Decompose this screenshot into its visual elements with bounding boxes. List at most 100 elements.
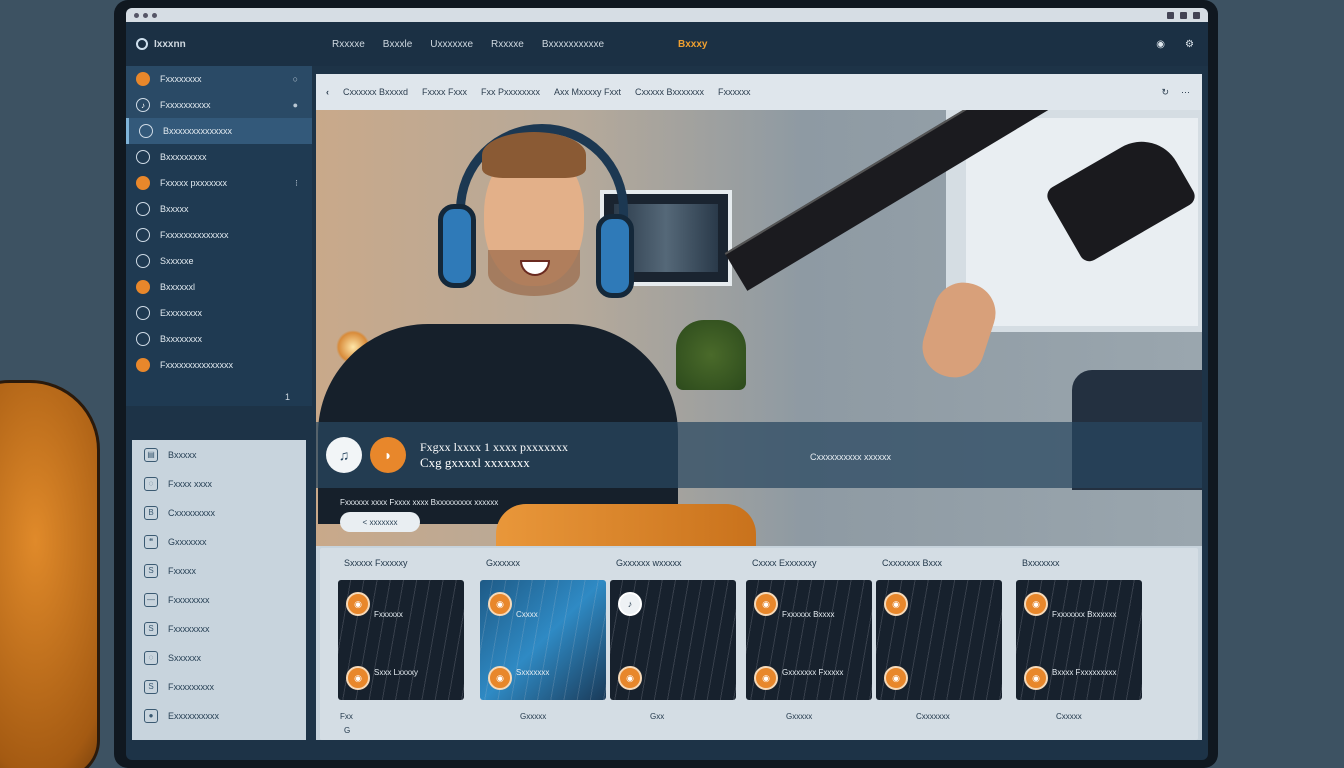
lesson-badge-icon[interactable]: ◉: [488, 592, 512, 616]
lesson-play-icon[interactable]: ◉: [346, 666, 370, 690]
breadcrumb-item[interactable]: Fxxxx Fxxx: [422, 87, 467, 97]
book-icon: B: [144, 505, 158, 520]
sidebar-item[interactable]: Fxxxxxxxx ○: [126, 66, 312, 92]
lesson-badge-icon[interactable]: ◉: [1024, 592, 1048, 616]
breadcrumb-item[interactable]: Fxxxxxx: [718, 87, 751, 97]
secondary-sidebar-label: Exxxxxxxxxx: [168, 710, 220, 721]
sidebar-item[interactable]: Bxxxxxxxxx: [126, 144, 312, 170]
lesson-play-icon[interactable]: ◉: [884, 666, 908, 690]
sidebar-item-trail-icon[interactable]: ●: [293, 100, 298, 110]
sidebar-item[interactable]: Sxxxxxe: [126, 248, 312, 274]
tag-icon: S: [144, 563, 158, 578]
back-pill-button[interactable]: < xxxxxxx: [340, 512, 420, 532]
nav-item[interactable]: Bxxxle: [383, 39, 412, 50]
lesson-title: Cxxxx Exxxxxxy: [752, 558, 817, 568]
status-square-icon: [1193, 11, 1200, 19]
secondary-sidebar-item[interactable]: S Fxxxxxxxxx: [132, 672, 306, 701]
secondary-sidebar-item[interactable]: ◌ Fxxxx xxxx: [132, 469, 306, 498]
lesson-card-text: Sxxx Lxxxxy: [374, 668, 419, 677]
breadcrumb-item[interactable]: Cxxxxx Bxxxxxxx: [635, 87, 704, 97]
secondary-sidebar-item[interactable]: ● Exxxxxxxxxx: [132, 701, 306, 730]
orange-dot-icon: [136, 358, 150, 372]
settings-icon[interactable]: ⚙: [1185, 39, 1194, 50]
sidebar-item-label: Bxxxxx: [160, 204, 189, 214]
sidebar-item-label: Fxxxxxxxxxxxxxxx: [160, 360, 233, 370]
lesson-column: Gxxxxxx wxxxxx ♪ ◉ Gxx: [610, 558, 740, 721]
breadcrumb-item[interactable]: Fxx Pxxxxxxxx: [481, 87, 540, 97]
nav-item[interactable]: Bxxxxxxxxxxe: [542, 39, 604, 50]
lesson-play-icon[interactable]: ◉: [488, 666, 512, 690]
header-icons: ◉ ⚙: [1156, 39, 1208, 50]
sidebar-item[interactable]: Bxxxxxxxx: [126, 326, 312, 352]
guitar-pick-icon[interactable]: ◗: [370, 437, 406, 473]
lesson-card[interactable]: ◉ ◉ Fxxxxxx Bxxxx Gxxxxxxx Fxxxxx: [746, 580, 872, 700]
lesson-card-text: Sxxxxxxx: [516, 668, 550, 677]
sidebar-item[interactable]: Exxxxxxxx: [126, 300, 312, 326]
breadcrumb-item[interactable]: Axx Mxxxxy Fxxt: [554, 87, 621, 97]
secondary-sidebar-item[interactable]: S Fxxxxxxxx: [132, 614, 306, 643]
lesson-title: Fxgxx lxxxx 1 xxxx pxxxxxxx Cxg gxxxxl x…: [420, 439, 568, 471]
lesson-play-icon[interactable]: ◉: [1024, 666, 1048, 690]
lesson-card[interactable]: ◉ ◉: [876, 580, 1002, 700]
sidebar-item[interactable]: Bxxxxxxxxxxxxxx: [126, 118, 312, 144]
window-dot-icon[interactable]: [143, 12, 148, 18]
guitar-body-background: [0, 380, 100, 768]
breadcrumb-item[interactable]: Cxxxxxx Bxxxxd: [343, 87, 408, 97]
lesson-card[interactable]: ◉ ◉ Fxxxxxx Sxxx Lxxxxy: [338, 580, 464, 700]
sidebar-item-trail-icon[interactable]: ⁝: [295, 178, 298, 189]
secondary-sidebar-label: Fxxxxxxxx: [168, 623, 210, 634]
secondary-sidebar-item[interactable]: ◌ Sxxxxxx: [132, 643, 306, 672]
breadcrumb-tools: ↻ ⋯: [1161, 87, 1190, 98]
sidebar-item-label: Bxxxxxxl: [160, 282, 196, 292]
sidebar-item[interactable]: Bxxxxx: [126, 196, 312, 222]
lesson-footer-sub: G: [344, 726, 351, 735]
guitarist: [316, 110, 736, 524]
lesson-badge-icon[interactable]: ◉: [754, 592, 778, 616]
secondary-sidebar-item[interactable]: B Cxxxxxxxxx: [132, 498, 306, 527]
lesson-badge-icon[interactable]: ♪: [618, 592, 642, 616]
lesson-badge-icon[interactable]: ◉: [884, 592, 908, 616]
sidebar-item[interactable]: ♪ Fxxxxxxxxxx ●: [126, 92, 312, 118]
headphone-left: [438, 204, 476, 288]
brand[interactable]: Ixxxnn: [126, 38, 322, 50]
lesson-card-text: Fxxxxxx Bxxxx: [782, 610, 835, 619]
video-player[interactable]: ♫ ◗ Fxgxx lxxxx 1 xxxx pxxxxxxx Cxg gxxx…: [316, 110, 1202, 546]
monitor-frame: Ixxxnn Rxxxxe Bxxxle Uxxxxxxe Rxxxxe Bxx…: [114, 0, 1218, 768]
lesson-badge-icon[interactable]: ◉: [346, 592, 370, 616]
lesson-card[interactable]: ◉ ◉ Fxxxxxxx Bxxxxxx Bxxxx Fxxxxxxxxx: [1016, 580, 1142, 700]
lesson-footer: Cxxxxxxx: [916, 712, 950, 721]
lesson-title: Gxxxxxx wxxxxx: [616, 558, 682, 568]
bar-icon: —: [144, 592, 158, 607]
sidebar-item[interactable]: Fxxxxxxxxxxxxxxx: [126, 352, 312, 378]
secondary-sidebar-item[interactable]: ❝ Gxxxxxxx: [132, 527, 306, 556]
status-square-icon: [1167, 11, 1174, 19]
lesson-column: Bxxxxxxx ◉ ◉ Fxxxxxxx Bxxxxxx Bxxxx Fxxxxxxx…: [1016, 558, 1146, 721]
sidebar-item-trail-icon[interactable]: ○: [293, 74, 298, 84]
secondary-sidebar-item[interactable]: — Fxxxxxxxx: [132, 585, 306, 614]
user-icon[interactable]: ◉: [1156, 39, 1165, 50]
nav-item[interactable]: Rxxxxe: [491, 39, 524, 50]
sidebar-item[interactable]: Fxxxxxxxxxxxxxx: [126, 222, 312, 248]
secondary-sidebar-item[interactable]: S Fxxxxx: [132, 556, 306, 585]
lesson-card[interactable]: ♪ ◉: [610, 580, 736, 700]
more-icon[interactable]: ⋯: [1181, 87, 1190, 98]
window-dot-icon[interactable]: [134, 12, 139, 18]
secondary-sidebar-item[interactable]: ▤ Bxxxxx: [132, 440, 306, 469]
refresh-icon[interactable]: ↻: [1161, 87, 1169, 98]
music-note-icon[interactable]: ♫: [326, 437, 362, 473]
sidebar-item-label: Fxxxxxxxx: [160, 74, 202, 84]
sidebar-item[interactable]: Fxxxxx pxxxxxxx ⁝: [126, 170, 312, 196]
window-dot-icon[interactable]: [152, 12, 157, 18]
brand-name: Ixxxnn: [154, 38, 186, 50]
sidebar: Fxxxxxxxx ○ ♪ Fxxxxxxxxxx ● Bxxxxxxxxxxxxxx Bx…: [126, 66, 312, 406]
nav-item[interactable]: Rxxxxe: [332, 39, 365, 50]
secondary-sidebar-label: Fxxxx xxxx: [168, 478, 212, 489]
lesson-title: Cxxxxxxx Bxxx: [882, 558, 943, 568]
lesson-play-icon[interactable]: ◉: [754, 666, 778, 690]
lesson-card[interactable]: ◉ ◉ Cxxxx Sxxxxxxx: [480, 580, 606, 700]
back-icon[interactable]: ‹: [326, 87, 329, 97]
lesson-play-icon[interactable]: ◉: [618, 666, 642, 690]
nav-item[interactable]: Uxxxxxxe: [430, 39, 473, 50]
sidebar-item[interactable]: Bxxxxxxl: [126, 274, 312, 300]
screen: Ixxxnn Rxxxxe Bxxxle Uxxxxxxe Rxxxxe Bxx…: [126, 8, 1208, 760]
